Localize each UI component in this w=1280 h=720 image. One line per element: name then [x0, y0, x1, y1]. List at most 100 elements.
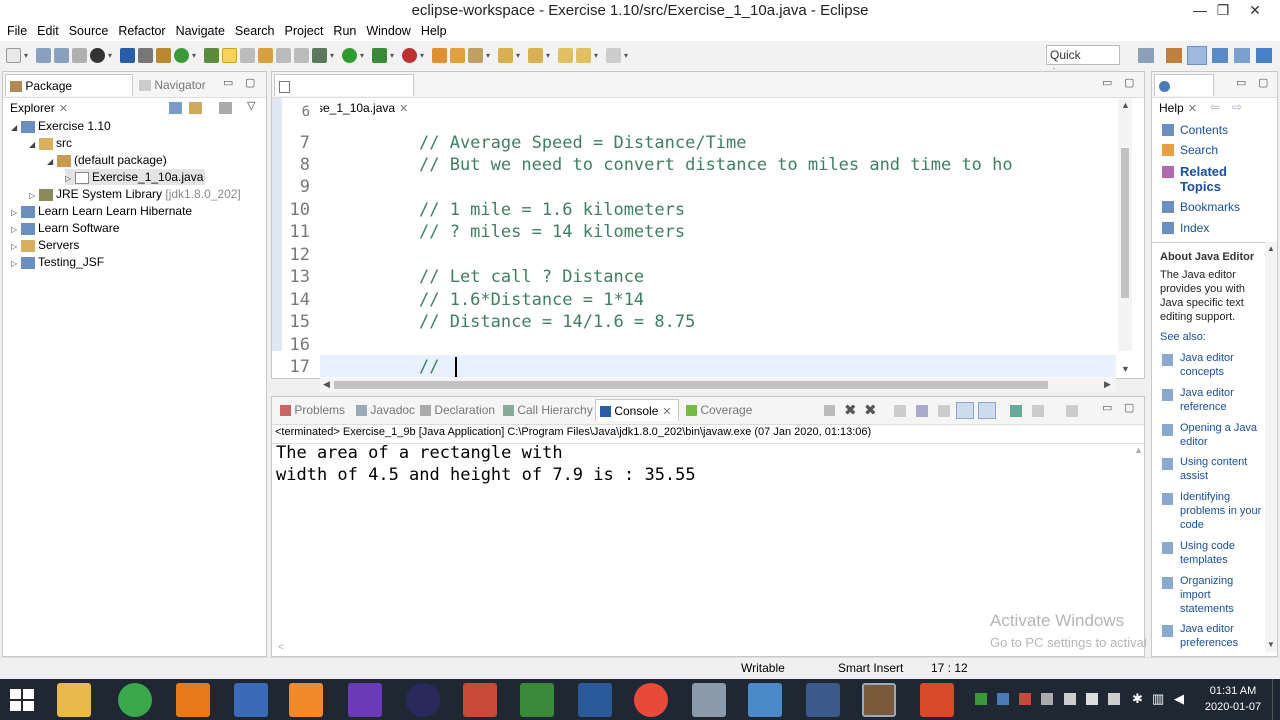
collapsed-icon[interactable]: ▷ — [29, 188, 39, 204]
forward-icon[interactable] — [606, 47, 621, 63]
minimize-view-icon[interactable]: ▭ — [1236, 76, 1246, 89]
tray-icon[interactable] — [997, 693, 1009, 705]
tab-declaration[interactable]: Declaration — [416, 399, 499, 421]
show-desktop-button[interactable] — [1272, 679, 1280, 720]
terminate-icon[interactable] — [824, 405, 835, 416]
tab-coverage[interactable]: Coverage — [682, 399, 756, 421]
media-icon[interactable] — [289, 683, 323, 717]
close-window-button[interactable]: ✕ — [1240, 0, 1270, 22]
app-icon[interactable] — [118, 683, 152, 717]
app-icon[interactable] — [692, 683, 726, 717]
previous-annotation-icon[interactable] — [528, 47, 543, 63]
help-link[interactable]: Organizing import statements — [1180, 574, 1265, 616]
external-tools-icon[interactable] — [402, 47, 417, 63]
back-icon[interactable] — [558, 47, 573, 63]
open-type-icon[interactable] — [204, 47, 219, 63]
show-on-stderr-icon[interactable] — [978, 402, 996, 419]
help-link[interactable]: Using code templates — [1180, 539, 1265, 567]
hscroll-thumb[interactable] — [334, 381, 1048, 389]
app-icon[interactable] — [920, 683, 954, 717]
menu-help[interactable]: Help — [416, 22, 452, 41]
restore-button[interactable]: ❐ — [1208, 0, 1238, 22]
scroll-lock-icon[interactable] — [916, 405, 928, 417]
menu-source[interactable]: Source — [64, 22, 114, 41]
maximize-view-icon[interactable]: ▢ — [245, 76, 255, 89]
tree-item-exercise-1-10[interactable]: ◢ Exercise 1.10 — [11, 118, 111, 134]
help-link[interactable]: Opening a Java editor — [1180, 421, 1265, 449]
collapsed-icon[interactable]: ▷ — [11, 205, 21, 221]
next-annotation-icon[interactable] — [498, 47, 513, 63]
scroll-left-icon[interactable]: ◀ — [323, 379, 330, 390]
open-task-icon[interactable] — [432, 47, 447, 63]
tab-console[interactable]: Console ✕ — [595, 399, 679, 421]
save-all-icon[interactable] — [54, 47, 69, 63]
pin-console-icon[interactable] — [1010, 405, 1022, 417]
menu-edit[interactable]: Edit — [32, 22, 64, 41]
bluetooth-icon[interactable]: ✱ — [1132, 691, 1143, 707]
menu-navigate[interactable]: Navigate — [171, 22, 230, 41]
collapsed-icon[interactable]: ▷ — [11, 239, 21, 255]
tree-item-hibernate[interactable]: ▷ Learn Learn Learn Hibernate — [11, 203, 192, 219]
terminal-icon[interactable] — [120, 47, 135, 63]
help-link[interactable]: Using content assist — [1180, 455, 1265, 483]
run-icon[interactable] — [342, 47, 357, 63]
tab-call-hierarchy[interactable]: Call Hierarchy — [499, 399, 597, 421]
java-ee-eclipse-icon[interactable] — [862, 683, 896, 717]
collapsed-icon[interactable]: ▷ — [65, 171, 75, 187]
menu-search[interactable]: Search — [230, 22, 280, 41]
tree-item-jre-library[interactable]: ▷ JRE System Library [jdk1.8.0_202] — [29, 186, 241, 202]
volume-icon[interactable]: ◀ — [1174, 691, 1184, 707]
scroll-left-icon[interactable]: < — [278, 642, 284, 653]
whitespace-icon[interactable] — [294, 47, 309, 63]
help-nav-index[interactable]: Index — [1180, 221, 1209, 235]
menu-window[interactable]: Window — [361, 22, 415, 41]
tab-help[interactable]: Help ✕ — [1154, 74, 1214, 115]
tab-editor-file[interactable]: *Exercise_1_10a.java ✕ — [274, 74, 414, 115]
tray-icon[interactable] — [1041, 693, 1053, 705]
display-console-icon[interactable] — [1032, 405, 1044, 417]
java-ee-perspective-icon[interactable] — [1166, 48, 1182, 63]
scroll-down-icon[interactable]: ▼ — [1121, 364, 1130, 374]
scroll-up-icon[interactable]: ▲ — [1267, 244, 1275, 253]
help-scrollbar[interactable]: ▲ ▼ — [1265, 242, 1277, 652]
open-folder-icon[interactable] — [450, 47, 465, 63]
maximize-view-icon[interactable]: ▢ — [1124, 76, 1134, 89]
eclipse-icon[interactable] — [406, 683, 440, 717]
skip-breakpoints-icon[interactable] — [138, 47, 153, 63]
tab-package-explorer[interactable]: Package Explorer ✕ — [5, 74, 133, 115]
debug-target-icon[interactable] — [90, 47, 105, 63]
collapsed-icon[interactable]: ▷ — [11, 222, 21, 238]
tray-icon[interactable] — [1086, 693, 1098, 705]
show-on-stdout-icon[interactable] — [956, 402, 974, 419]
vertical-scrollbar[interactable]: ▲ ▼ — [1118, 98, 1132, 374]
minimize-view-icon[interactable]: ▭ — [1102, 401, 1112, 414]
git-icon[interactable] — [463, 683, 497, 717]
expanded-icon[interactable]: ◢ — [29, 137, 39, 153]
tab-navigator[interactable]: Navigator — [135, 74, 225, 96]
collapsed-icon[interactable]: ▷ — [11, 256, 21, 272]
word-wrap-icon[interactable] — [938, 405, 950, 417]
windows-start-icon[interactable] — [10, 689, 34, 711]
help-forward-icon[interactable]: ⇨ — [1232, 100, 1242, 114]
help-nav-bookmarks[interactable]: Bookmarks — [1180, 200, 1240, 214]
toggle-mark-occurrences-icon[interactable] — [222, 47, 237, 63]
chrome-icon[interactable] — [634, 683, 668, 717]
clock-time[interactable]: 01:31 AM — [1208, 685, 1258, 697]
view-menu-icon[interactable]: ▽ — [247, 99, 255, 112]
remove-all-icon[interactable]: ✖ — [864, 401, 877, 419]
horizontal-scrollbar[interactable]: ◀ ▶ — [320, 378, 1116, 392]
print-icon[interactable] — [72, 47, 87, 63]
save-app-icon[interactable] — [806, 683, 840, 717]
help-link[interactable]: Java editor reference — [1180, 386, 1265, 414]
menu-file[interactable]: File — [2, 22, 32, 41]
debug-icon[interactable] — [312, 47, 327, 63]
debug-perspective-icon[interactable] — [1212, 48, 1228, 63]
tree-item-testing-jsf[interactable]: ▷ Testing_JSF — [11, 254, 104, 270]
help-nav-related-topics[interactable]: Related Topics — [1180, 164, 1250, 194]
help-back-icon[interactable]: ⇦ — [1210, 100, 1220, 114]
help-nav-contents[interactable]: Contents — [1180, 123, 1228, 137]
expanded-icon[interactable]: ◢ — [11, 120, 21, 136]
open-perspective-icon[interactable] — [1138, 48, 1154, 63]
help-link[interactable]: Identifying problems in your code — [1180, 490, 1265, 532]
tree-item-default-package[interactable]: ◢ (default package) — [47, 152, 167, 168]
